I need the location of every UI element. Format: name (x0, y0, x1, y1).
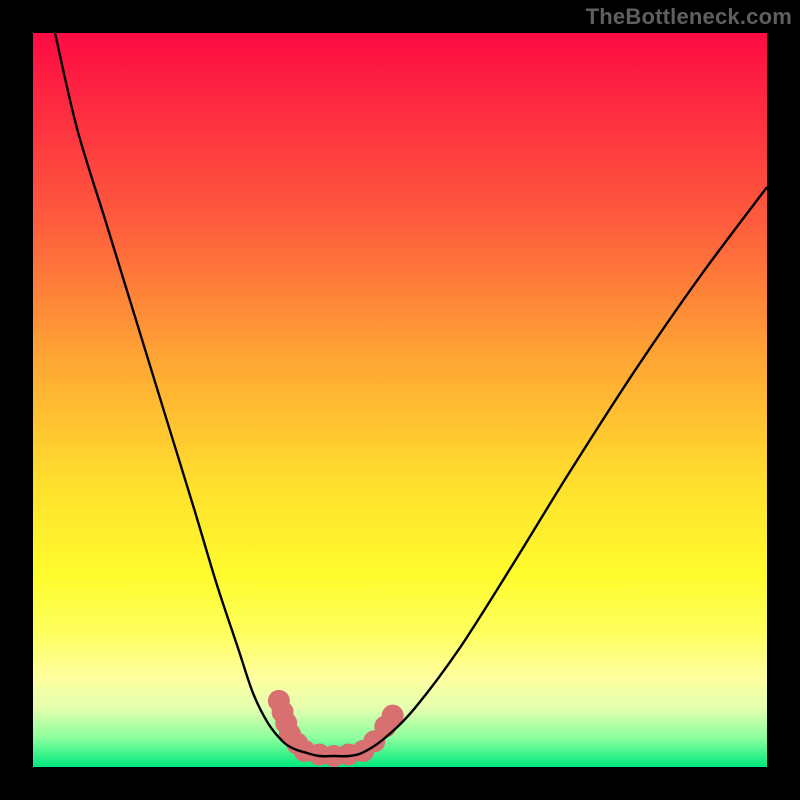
curve-layer (33, 33, 767, 767)
outer-black-frame: TheBottleneck.com (0, 0, 800, 800)
plot-area (33, 33, 767, 767)
watermark-text: TheBottleneck.com (586, 4, 792, 30)
bottleneck-curve (55, 33, 767, 756)
